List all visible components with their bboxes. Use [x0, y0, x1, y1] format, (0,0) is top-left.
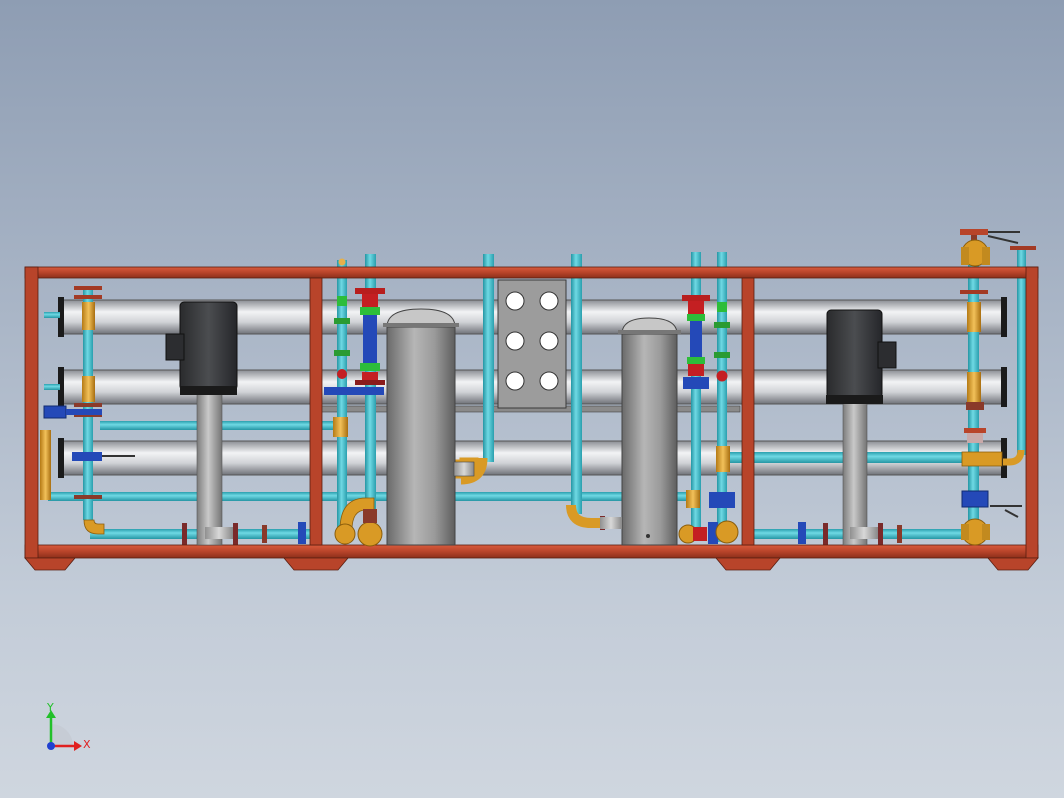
model-viewport[interactable]: X Y — [0, 0, 1064, 798]
axis-y-label: Y — [46, 701, 54, 714]
gate-valve-mid-right[interactable] — [964, 428, 986, 443]
axis-z-dot — [47, 742, 55, 750]
pump-right[interactable] — [826, 309, 897, 546]
tank-large[interactable] — [383, 308, 459, 546]
gate-valve-bottom-right[interactable] — [961, 518, 990, 546]
axis-triad: X Y — [46, 701, 91, 751]
tank-small[interactable] — [618, 317, 681, 546]
axis-x-arrow — [74, 741, 82, 751]
port-panel[interactable] — [497, 279, 567, 409]
axis-x-label: X — [83, 738, 91, 751]
